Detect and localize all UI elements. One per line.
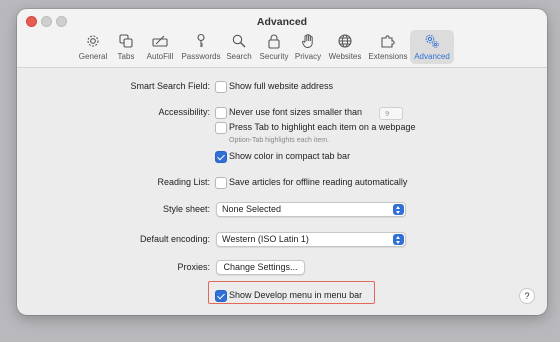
offline-reading-checkbox[interactable] xyxy=(215,177,227,189)
font-size-select[interactable]: 9 ⌄ xyxy=(379,107,403,120)
accessibility-label: Accessibility: xyxy=(158,107,210,117)
show-full-address-checkbox[interactable] xyxy=(215,81,227,93)
tab-tabs[interactable]: Tabs xyxy=(112,30,140,64)
tab-websites[interactable]: Websites xyxy=(324,30,366,64)
min-font-size-text: Never use font sizes smaller than xyxy=(229,107,363,117)
style-sheet-label: Style sheet: xyxy=(162,204,210,214)
encoding-select[interactable]: Western (ISO Latin 1) xyxy=(216,232,406,247)
style-sheet-select[interactable]: None Selected xyxy=(216,202,406,217)
encoding-value: Western (ISO Latin 1) xyxy=(222,234,309,244)
tab-advanced[interactable]: Advanced xyxy=(410,30,454,64)
tab-label: Search xyxy=(226,52,252,61)
lock-icon xyxy=(268,34,280,49)
press-tab-text: Press Tab to highlight each item on a we… xyxy=(229,122,416,132)
chevron-down-icon: ⌄ xyxy=(385,109,391,116)
hand-icon xyxy=(302,34,313,48)
tab-label: Extensions xyxy=(368,52,408,61)
key-icon xyxy=(197,33,205,47)
show-develop-menu-checkbox[interactable] xyxy=(215,290,227,302)
min-font-size-checkbox[interactable] xyxy=(215,107,227,119)
tab-label: Privacy xyxy=(294,52,322,61)
tab-security[interactable]: Security xyxy=(256,30,292,64)
press-tab-checkbox[interactable] xyxy=(215,122,227,134)
encoding-label: Default encoding: xyxy=(139,234,210,244)
tab-label: General xyxy=(78,52,108,61)
tab-autofill[interactable]: AutoFill xyxy=(140,30,180,64)
show-develop-menu-text: Show Develop menu in menu bar xyxy=(229,290,363,300)
toolbar: Advanced General Tabs AutoFill Passwords… xyxy=(17,9,547,68)
change-settings-label: Change Settings... xyxy=(223,262,298,272)
preferences-window: Advanced General Tabs AutoFill Passwords… xyxy=(17,9,547,315)
tab-extensions[interactable]: Extensions xyxy=(366,30,410,64)
compact-tab-color-text: Show color in compact tab bar xyxy=(229,151,351,161)
popup-stepper-icon xyxy=(393,234,404,245)
window-title: Advanced xyxy=(256,16,308,28)
help-button[interactable]: ? xyxy=(519,288,535,304)
search-icon xyxy=(232,34,246,48)
style-sheet-value: None Selected xyxy=(222,204,282,214)
tabs-icon xyxy=(119,34,133,48)
gears-icon xyxy=(425,34,439,48)
preferences-tabs: General Tabs AutoFill Passwords Search S… xyxy=(74,30,454,64)
press-tab-hint: Option-Tab highlights each item. xyxy=(229,137,329,144)
proxies-label: Proxies: xyxy=(177,262,210,272)
change-settings-button[interactable]: Change Settings... xyxy=(216,260,305,275)
tab-passwords[interactable]: Passwords xyxy=(180,30,222,64)
autofill-icon xyxy=(152,35,168,47)
tab-general[interactable]: General xyxy=(74,30,112,64)
tab-privacy[interactable]: Privacy xyxy=(292,30,324,64)
offline-reading-text: Save articles for offline reading automa… xyxy=(229,177,408,187)
show-full-address-text: Show full website address xyxy=(229,81,334,91)
compact-tab-color-checkbox[interactable] xyxy=(215,151,227,163)
tab-label: Websites xyxy=(328,52,362,61)
reading-list-label: Reading List: xyxy=(157,177,210,187)
tab-label: Tabs xyxy=(117,52,135,61)
tab-search[interactable]: Search xyxy=(222,30,256,64)
tab-label: AutoFill xyxy=(146,52,174,61)
tab-label: Advanced xyxy=(414,52,450,61)
gear-icon xyxy=(87,35,99,47)
globe-icon xyxy=(338,34,352,48)
tab-label: Passwords xyxy=(181,52,221,61)
smart-search-label: Smart Search Field: xyxy=(130,81,210,91)
tab-label: Security xyxy=(259,52,289,61)
popup-stepper-icon xyxy=(393,204,404,215)
puzzle-icon xyxy=(381,35,395,48)
